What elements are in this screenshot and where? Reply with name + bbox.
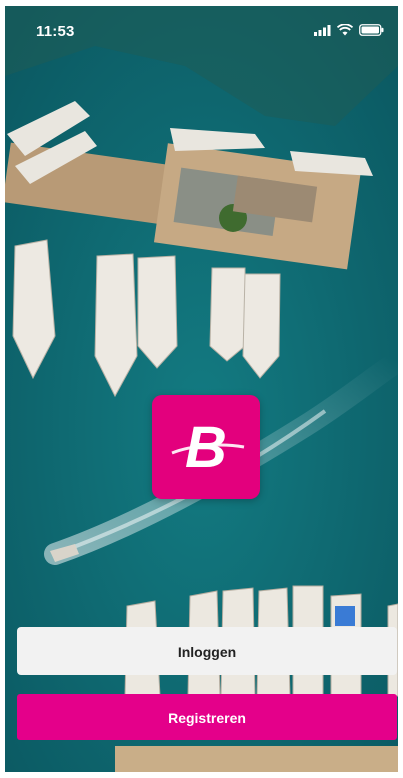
- battery-icon: [359, 24, 384, 36]
- b-logo-icon: B: [171, 415, 245, 480]
- status-icons: [314, 24, 384, 36]
- logo-letter: B: [185, 415, 227, 480]
- app-screen: 11:53 B Inloggen Registreren: [5, 6, 398, 772]
- register-button[interactable]: Registreren: [17, 694, 397, 740]
- status-time: 11:53: [36, 23, 75, 40]
- app-logo: B: [152, 395, 260, 499]
- login-button[interactable]: Inloggen: [17, 627, 397, 675]
- status-bar: 11:53: [5, 6, 398, 56]
- wifi-icon: [337, 24, 353, 36]
- signal-icon: [314, 24, 331, 36]
